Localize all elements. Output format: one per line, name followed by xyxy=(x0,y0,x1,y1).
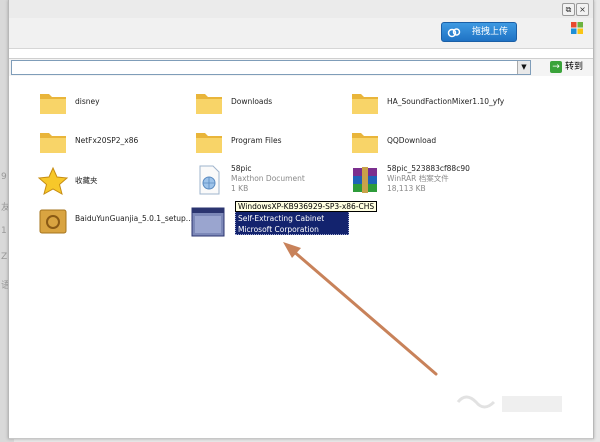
watermark-logo xyxy=(456,395,562,412)
annotation-arrow-icon xyxy=(283,242,438,376)
